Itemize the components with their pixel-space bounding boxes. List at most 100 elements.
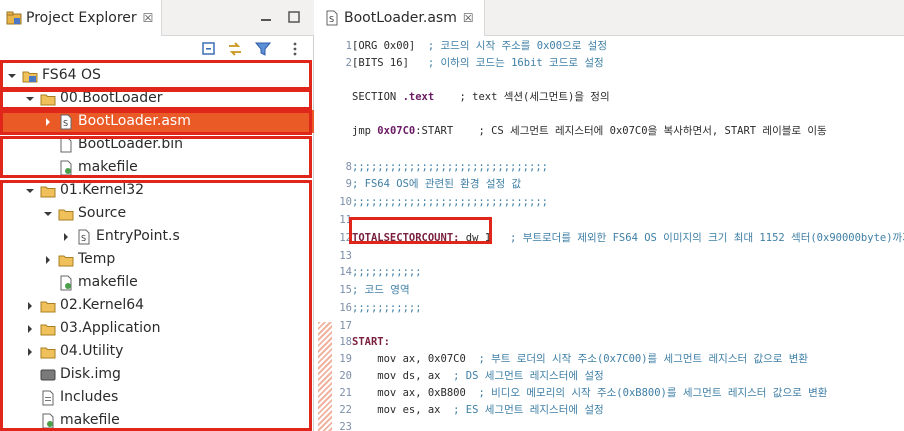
includes-icon (42, 390, 54, 405)
tree-item[interactable]: Disk.img (0, 363, 314, 386)
filter-icon[interactable] (254, 40, 272, 58)
tree-item[interactable]: 00.BootLoader (0, 87, 314, 110)
code-text: SECTION (352, 91, 403, 103)
code-text: mov es, ax (352, 404, 454, 416)
code-line[interactable]: 2[BITS 16] ; 이하의 코드는 16bit 코드로 설정 (338, 55, 604, 72)
svg-text:S: S (329, 15, 334, 24)
tree-item[interactable]: Includes (0, 386, 314, 409)
code-comment: ; 부트로더를 제외한 FS64 OS 이미지의 크기 최대 1152 섹터(0… (510, 232, 904, 244)
code-line[interactable] (338, 142, 352, 159)
code-line[interactable]: 8;;;;;;;;;;;;;;;;;;;;;;;;;;;;;;; (338, 159, 548, 176)
code-line[interactable]: 16;;;;;;;;;;; (338, 300, 421, 317)
code-line[interactable]: 18START: (338, 334, 390, 351)
folder-icon (58, 255, 74, 266)
line-number: 15 (339, 284, 352, 296)
code-line[interactable]: 20 mov ds, ax ; DS 세그먼트 레지스터에 설정 (338, 368, 603, 385)
code-text: mov ax, 0xB800 (352, 387, 479, 399)
code-line[interactable]: 21 mov ax, 0xB800 ; 비디오 메모리의 시작 주소(0xB80… (338, 385, 827, 402)
project-explorer-panel: Project Explorer ☒ FS64 OS 00.BootLoader S… (0, 0, 314, 431)
tree-item-label: makefile (78, 159, 138, 175)
close-icon[interactable]: ☒ (143, 11, 154, 25)
code-text: [BITS 16] (352, 57, 428, 69)
link-with-editor-icon[interactable] (226, 40, 244, 58)
tree-item[interactable]: S BootLoader.asm (0, 110, 314, 133)
folder-icon (40, 347, 56, 358)
highlight-box-totalsectorcount (349, 217, 492, 244)
line-number: 2 (345, 57, 352, 69)
tree-item-label: makefile (78, 274, 138, 290)
chevron-down-icon[interactable] (24, 185, 36, 197)
code-line[interactable]: 10;;;;;;;;;;;;;;;;;;;;;;;;;;;;;;; (338, 194, 548, 211)
code-line[interactable]: jmp 0x07C0:START ; CS 세그먼트 레지스터에 0x07C0을… (338, 123, 827, 140)
line-number: 16 (339, 302, 352, 314)
tab-project-explorer[interactable]: Project Explorer ☒ (0, 0, 163, 36)
chevron-right-icon[interactable] (60, 231, 72, 243)
code-line[interactable]: 17 (338, 318, 352, 335)
asm-file-icon: S (60, 114, 72, 129)
line-number: 18 (339, 336, 352, 348)
tree-item-label: BootLoader.asm (78, 113, 191, 129)
folder-icon (40, 94, 56, 105)
tree-spacer (42, 277, 54, 289)
chevron-right-icon[interactable] (24, 346, 36, 358)
chevron-down-icon[interactable] (42, 208, 54, 220)
tab-title: Project Explorer (26, 10, 137, 26)
code-comment: ; 이하의 코드는 16bit 코드로 설정 (427, 57, 604, 69)
code-line[interactable]: 14;;;;;;;;;;; (338, 264, 421, 281)
tree-item[interactable]: 03.Application (0, 317, 314, 340)
chevron-right-icon[interactable] (42, 116, 54, 128)
tree-item[interactable]: Source (0, 202, 314, 225)
tree-item[interactable]: 04.Utility (0, 340, 314, 363)
code-line[interactable]: 19 mov ax, 0x07C0 ; 부트 로더의 시작 주소(0x7C00)… (338, 351, 808, 368)
minimize-icon[interactable] (258, 9, 274, 25)
code-keyword: 0x07C0 (377, 125, 416, 137)
asm-file-icon: S (78, 229, 90, 244)
tree-item[interactable]: FS64 OS (0, 64, 314, 87)
tree-item[interactable]: S EntryPoint.s (0, 225, 314, 248)
code-label: START: (352, 336, 390, 348)
view-menu-icon[interactable] (286, 40, 304, 58)
code-line[interactable]: 23 (338, 419, 352, 431)
maximize-icon[interactable] (286, 9, 302, 25)
code-comment: ; 비디오 메모리의 시작 주소(0xB800)를 세그먼트 레지스터 값으로 … (478, 387, 828, 399)
tree-item[interactable]: Temp (0, 248, 314, 271)
code-line[interactable]: 15; 코드 영역 (338, 282, 409, 299)
chevron-down-icon[interactable] (6, 70, 18, 82)
line-number: 19 (339, 353, 352, 365)
editor-tab-title: BootLoader.asm (344, 10, 457, 26)
tree-item-label: 01.Kernel32 (60, 182, 145, 198)
tree-spacer (24, 392, 36, 404)
code-text: :START ; CS 세그먼트 레지스터에 0x07C0을 복사하면서, ST… (415, 125, 827, 137)
code-line[interactable]: 13 (338, 248, 352, 265)
tree-item-label: 03.Application (60, 320, 161, 336)
code-line[interactable]: 22 mov es, ax ; ES 세그먼트 레지스터에 설정 (338, 402, 604, 419)
chevron-right-icon[interactable] (42, 254, 54, 266)
close-icon[interactable]: ☒ (463, 11, 474, 25)
tree-item[interactable]: makefile (0, 271, 314, 294)
code-line[interactable] (338, 106, 352, 123)
folder-icon (58, 209, 74, 220)
change-marker-strip (318, 322, 332, 431)
chevron-down-icon[interactable] (24, 93, 36, 105)
tree-spacer (42, 162, 54, 174)
tab-bootloader-asm[interactable]: S BootLoader.asm ☒ (318, 0, 485, 36)
chevron-right-icon[interactable] (24, 323, 36, 335)
code-keyword: .text (402, 91, 435, 103)
tree-item[interactable]: 02.Kernel64 (0, 294, 314, 317)
code-comment: ; ES 세그먼트 레지스터에 설정 (453, 404, 604, 416)
collapse-all-icon[interactable] (200, 40, 218, 58)
code-line[interactable]: 9; FS64 OS에 관련된 환경 설정 값 (338, 176, 521, 193)
code-line[interactable]: 1[ORG 0x00] ; 코드의 시작 주소를 0x00으로 설정 (338, 38, 607, 55)
tree-item-label: Source (78, 205, 127, 221)
tree-item-label: Includes (60, 389, 119, 405)
tree-item[interactable]: makefile (0, 156, 314, 179)
chevron-right-icon[interactable] (24, 300, 36, 312)
tree-item[interactable]: BootLoader.bin (0, 133, 314, 156)
tree-item[interactable]: makefile (0, 409, 314, 431)
code-text: mov ds, ax (352, 370, 454, 382)
code-line[interactable] (338, 72, 352, 89)
code-text: ; text 섹션(세그먼트)을 정의 (434, 91, 610, 103)
code-line[interactable]: SECTION .text ; text 섹션(세그먼트)을 정의 (338, 89, 610, 106)
tree-item[interactable]: 01.Kernel32 (0, 179, 314, 202)
tree-item-label: EntryPoint.s (96, 228, 180, 244)
